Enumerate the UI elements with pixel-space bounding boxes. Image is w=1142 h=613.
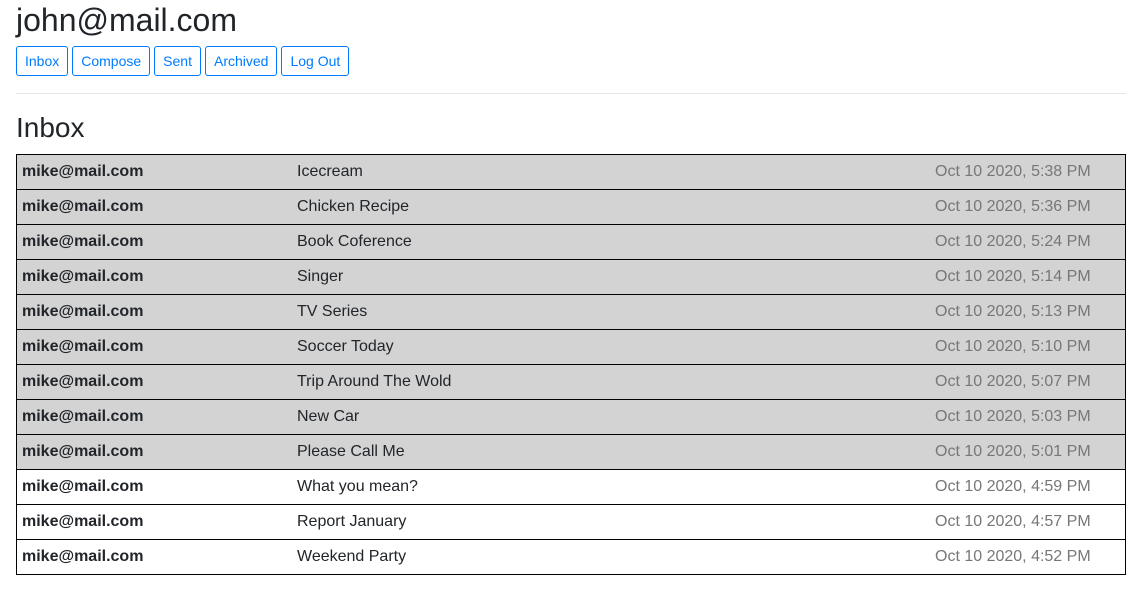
email-subject: Chicken Recipe (297, 198, 410, 215)
nav-bar: Inbox Compose Sent Archived Log Out (16, 46, 1126, 76)
email-timestamp: Oct 10 2020, 5:24 PM (935, 233, 1091, 250)
email-subject: TV Series (297, 303, 368, 320)
email-subject: New Car (297, 408, 360, 425)
sent-button[interactable]: Sent (154, 46, 201, 76)
email-sender: mike@mail.com (22, 303, 144, 320)
email-row[interactable]: mike@mail.com Please Call Me Oct 10 2020… (16, 434, 1126, 470)
email-subject: Singer (297, 268, 344, 285)
email-subject: What you mean? (297, 478, 418, 495)
email-timestamp: Oct 10 2020, 4:57 PM (935, 513, 1091, 530)
email-row[interactable]: mike@mail.com Chicken Recipe Oct 10 2020… (16, 189, 1126, 225)
email-sender: mike@mail.com (22, 268, 144, 285)
inbox-button[interactable]: Inbox (16, 46, 69, 76)
email-subject: Soccer Today (297, 338, 394, 355)
email-list: mike@mail.com Icecream Oct 10 2020, 5:38… (16, 154, 1126, 575)
page-title: Inbox (16, 112, 85, 143)
logout-button[interactable]: Log Out (281, 46, 350, 76)
email-timestamp: Oct 10 2020, 4:52 PM (935, 548, 1091, 565)
email-subject: Report January (297, 513, 407, 530)
email-row[interactable]: mike@mail.com Report January Oct 10 2020… (16, 504, 1126, 540)
email-timestamp: Oct 10 2020, 5:38 PM (935, 163, 1091, 180)
email-sender: mike@mail.com (22, 478, 144, 495)
email-row[interactable]: mike@mail.com Weekend Party Oct 10 2020,… (16, 539, 1126, 575)
email-timestamp: Oct 10 2020, 4:59 PM (935, 478, 1091, 495)
email-timestamp: Oct 10 2020, 5:07 PM (935, 373, 1091, 390)
email-timestamp: Oct 10 2020, 5:13 PM (935, 303, 1091, 320)
email-row[interactable]: mike@mail.com Singer Oct 10 2020, 5:14 P… (16, 259, 1126, 295)
email-timestamp: Oct 10 2020, 5:10 PM (935, 338, 1091, 355)
archived-button[interactable]: Archived (204, 46, 278, 76)
email-row[interactable]: mike@mail.com New Car Oct 10 2020, 5:03 … (16, 399, 1126, 435)
email-subject: Trip Around The Wold (297, 373, 452, 390)
mail-app: john@mail.com Inbox Compose Sent Archive… (0, 0, 1142, 575)
email-timestamp: Oct 10 2020, 5:36 PM (935, 198, 1091, 215)
email-subject: Weekend Party (297, 548, 407, 565)
email-subject: Please Call Me (297, 443, 405, 460)
user-email-heading: john@mail.com (16, 2, 237, 38)
email-subject: Book Coference (297, 233, 412, 250)
email-sender: mike@mail.com (22, 338, 144, 355)
email-timestamp: Oct 10 2020, 5:03 PM (935, 408, 1091, 425)
email-sender: mike@mail.com (22, 163, 144, 180)
compose-button[interactable]: Compose (72, 46, 151, 76)
email-sender: mike@mail.com (22, 513, 144, 530)
email-subject: Icecream (297, 163, 363, 180)
email-timestamp: Oct 10 2020, 5:01 PM (935, 443, 1091, 460)
email-sender: mike@mail.com (22, 443, 144, 460)
email-timestamp: Oct 10 2020, 5:14 PM (935, 268, 1091, 285)
email-row[interactable]: mike@mail.com TV Series Oct 10 2020, 5:1… (16, 294, 1126, 330)
email-row[interactable]: mike@mail.com What you mean? Oct 10 2020… (16, 469, 1126, 505)
email-sender: mike@mail.com (22, 373, 144, 390)
email-sender: mike@mail.com (22, 198, 144, 215)
email-row[interactable]: mike@mail.com Soccer Today Oct 10 2020, … (16, 329, 1126, 365)
email-row[interactable]: mike@mail.com Trip Around The Wold Oct 1… (16, 364, 1126, 400)
email-row[interactable]: mike@mail.com Book Coference Oct 10 2020… (16, 224, 1126, 260)
email-row[interactable]: mike@mail.com Icecream Oct 10 2020, 5:38… (16, 154, 1126, 190)
email-sender: mike@mail.com (22, 548, 144, 565)
email-sender: mike@mail.com (22, 233, 144, 250)
email-sender: mike@mail.com (22, 408, 144, 425)
